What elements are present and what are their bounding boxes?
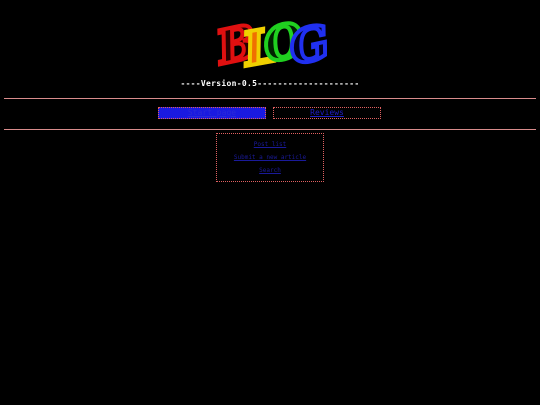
blog-logo-letters: B L O G bbox=[215, 9, 327, 74]
blog-logo: B L O G bbox=[215, 9, 327, 74]
submenu-item-post-list[interactable]: Post list bbox=[217, 141, 323, 148]
tab-start-page[interactable]: Start page bbox=[158, 107, 266, 119]
submenu-item-search[interactable]: Search bbox=[217, 167, 323, 174]
page: B L O G ----Version-0.5-----------------… bbox=[0, 0, 540, 405]
submenu-box: Post list Submit a new article Search bbox=[216, 133, 324, 182]
tab-reviews[interactable]: Reviews bbox=[273, 107, 381, 119]
bottom-divider bbox=[4, 129, 536, 130]
submenu-item-submit-article[interactable]: Submit a new article bbox=[217, 154, 323, 161]
top-divider bbox=[4, 98, 536, 99]
version-line: ----Version-0.5-------------------- bbox=[180, 79, 360, 88]
